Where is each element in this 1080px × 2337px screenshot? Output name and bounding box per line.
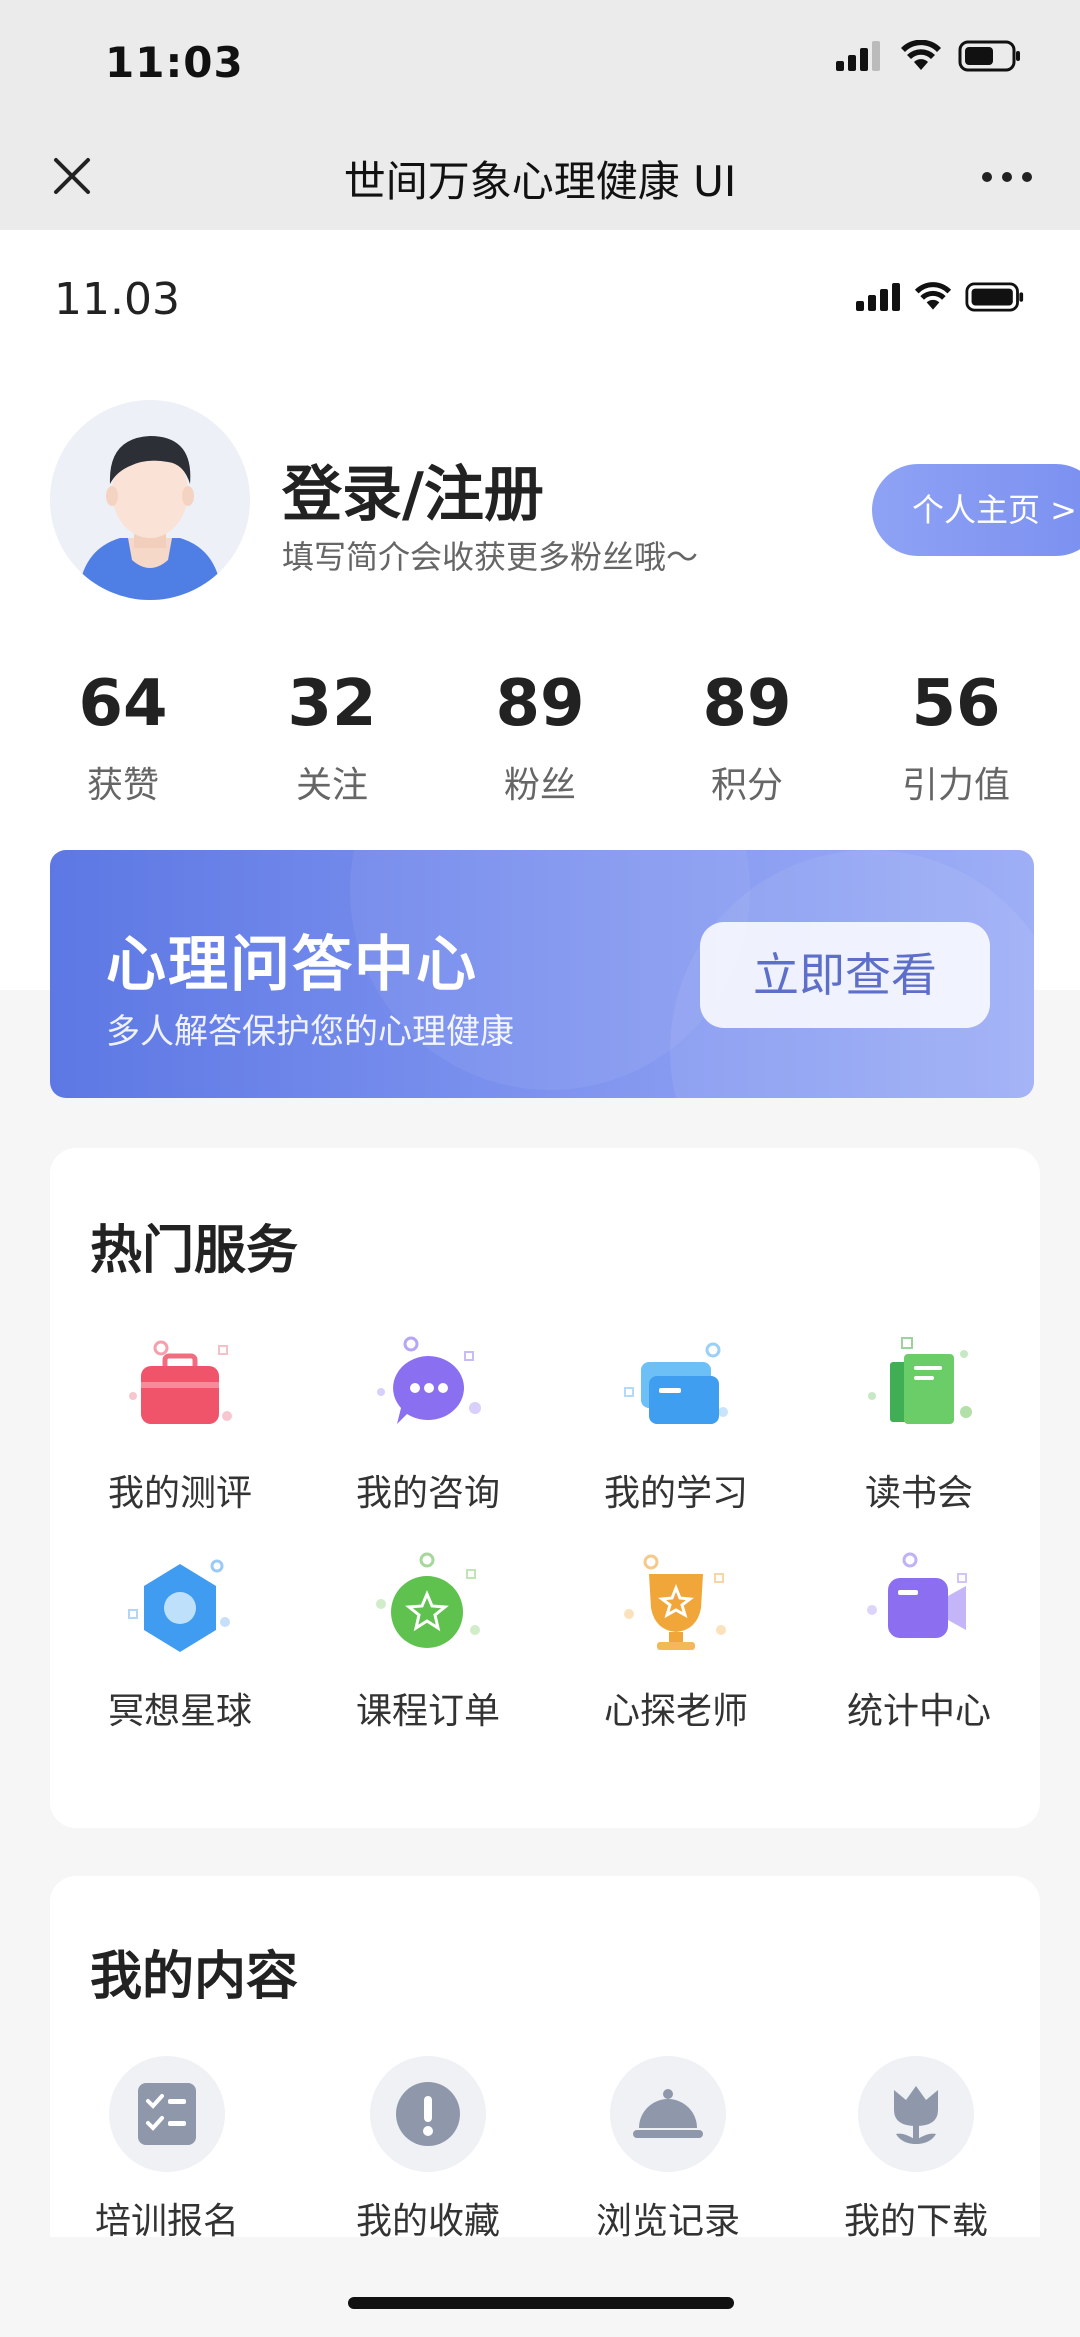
inner-status-time: 11.03 — [54, 274, 180, 325]
more-icon[interactable] — [982, 172, 1032, 182]
battery-icon — [965, 282, 1024, 312]
service-label: 我的学习 — [603, 1473, 748, 1514]
content-browse-history[interactable]: 浏览记录 — [558, 2056, 778, 2244]
service-my-consultation[interactable]: 我的咨询 — [328, 1332, 528, 1516]
trophy-icon — [611, 1550, 741, 1670]
service-meditation-planet[interactable]: 冥想星球 — [80, 1550, 280, 1734]
stat-label: 关注 — [295, 765, 368, 806]
camera-icon — [854, 1550, 984, 1670]
stat-label: 粉丝 — [503, 765, 576, 806]
stat-gravity[interactable]: 56 引力值 — [866, 672, 1046, 808]
chat-bubble-icon — [363, 1332, 493, 1452]
service-label: 冥想星球 — [107, 1691, 252, 1732]
view-now-button[interactable]: 立即查看 — [700, 922, 990, 1028]
stat-value: 32 — [287, 667, 377, 741]
content-my-favorites[interactable]: 我的收藏 — [318, 2056, 538, 2244]
stat-value: 89 — [495, 667, 585, 741]
navbar-title: 世间万象心理健康 UI — [343, 157, 737, 206]
outer-status-icons — [836, 40, 1022, 72]
login-register-link[interactable]: 登录/注册 — [282, 446, 544, 533]
home-indicator[interactable] — [348, 2297, 734, 2309]
outer-status-bar: 11:03 — [0, 0, 1080, 124]
content-training-signup[interactable]: 培训报名 — [57, 2056, 277, 2244]
qa-center-banner[interactable]: 心理问答中心 多人解答保护您的心理健康 立即查看 — [50, 850, 1034, 1098]
wifi-icon — [901, 40, 941, 70]
cards-icon — [611, 1332, 741, 1452]
stat-label: 引力值 — [901, 765, 1010, 806]
stat-value: 56 — [911, 667, 1001, 741]
stat-fans[interactable]: 89 粉丝 — [450, 672, 630, 808]
signal-icon — [856, 283, 900, 311]
banner-subtitle: 多人解答保护您的心理健康 — [106, 1012, 514, 1052]
service-book-club[interactable]: 读书会 — [824, 1332, 1014, 1516]
bottom-safe-area — [0, 2237, 1080, 2337]
star-badge-icon — [363, 1550, 493, 1670]
service-statistics-center[interactable]: 统计中心 — [824, 1550, 1014, 1734]
checklist-icon — [109, 2056, 225, 2172]
briefcase-icon — [115, 1332, 245, 1452]
service-label: 读书会 — [864, 1473, 973, 1514]
service-label: 我的测评 — [107, 1473, 252, 1514]
stat-following[interactable]: 32 关注 — [242, 672, 422, 808]
service-my-assessment[interactable]: 我的测评 — [80, 1332, 280, 1516]
service-label: 课程订单 — [355, 1691, 500, 1732]
banner-title: 心理问答中心 — [106, 930, 478, 1000]
service-label: 我的咨询 — [355, 1473, 500, 1514]
service-label: 统计中心 — [846, 1691, 991, 1732]
stat-label: 积分 — [710, 765, 783, 806]
profile-hint: 填写简介会收获更多粉丝哦～ — [282, 538, 699, 576]
hot-services-title: 热门服务 — [90, 1221, 299, 1281]
tulip-icon — [858, 2056, 974, 2172]
stat-label: 获赞 — [86, 765, 159, 806]
service-course-orders[interactable]: 课程订单 — [328, 1550, 528, 1734]
service-my-learning[interactable]: 我的学习 — [576, 1332, 776, 1516]
service-mind-teacher[interactable]: 心探老师 — [576, 1550, 776, 1734]
battery-icon — [958, 40, 1020, 72]
alert-icon — [370, 2056, 486, 2172]
wifi-icon — [914, 282, 952, 310]
stat-likes[interactable]: 64 获赞 — [33, 672, 213, 808]
book-icon — [854, 1332, 984, 1452]
service-label: 心探老师 — [603, 1691, 748, 1732]
mini-program-navbar: 世间万象心理健康 UI — [0, 124, 1080, 230]
hot-services-card: 热门服务 我的测评 我的咨询 我的学习 读书会 冥想星球 课程订单 心探老师 统… — [50, 1148, 1040, 1828]
stat-points[interactable]: 89 积分 — [657, 672, 837, 808]
signal-icon — [836, 41, 880, 71]
inner-status-icons — [856, 282, 1026, 312]
stat-value: 89 — [702, 667, 792, 741]
hexagon-icon — [115, 1550, 245, 1670]
personal-homepage-button[interactable]: 个人主页 > — [872, 464, 1080, 556]
stat-value: 64 — [78, 667, 168, 741]
avatar[interactable] — [50, 400, 250, 600]
cloche-icon — [610, 2056, 726, 2172]
outer-status-time: 11:03 — [105, 38, 244, 87]
content-my-downloads[interactable]: 我的下载 — [806, 2056, 1026, 2244]
my-content-title: 我的内容 — [90, 1947, 299, 2007]
